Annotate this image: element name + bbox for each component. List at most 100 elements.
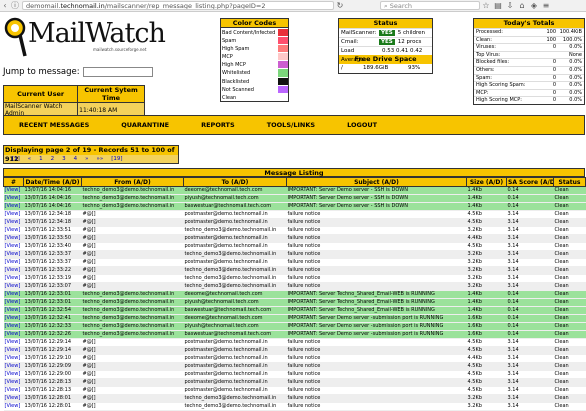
browser-search-input[interactable]: ⌕ Search [380, 1, 480, 10]
view-link[interactable]: [View] [3, 330, 24, 339]
view-link[interactable]: [View] [3, 370, 24, 379]
view-link[interactable]: [View] [3, 250, 24, 259]
info-icon[interactable]: ⓘ [10, 0, 20, 11]
cell-s: IMPORTANT: Server Demo server - SSH is D… [286, 202, 467, 211]
cell-s: failure notice [286, 338, 467, 347]
page-link[interactable]: 3 [62, 155, 66, 163]
cell-st: Clean [553, 210, 586, 219]
page-link[interactable]: 2 [51, 155, 55, 163]
jump-input[interactable] [82, 67, 153, 77]
view-link[interactable]: [View] [3, 338, 24, 347]
table-row: [View] 13/07/16 12:34:18 #@[] postmaster@de… [3, 218, 586, 227]
cell-st: Clean [553, 394, 586, 403]
view-link[interactable]: [View] [3, 306, 24, 315]
cell-s: failure notice [286, 210, 467, 219]
color-codes-box: Color Codes Bad Content/Infected Spam High… [220, 18, 289, 102]
page-link[interactable]: [19] [111, 155, 122, 163]
reader-icon[interactable]: ▤ [492, 1, 504, 10]
cell-f: #@[] [81, 274, 184, 283]
column-header[interactable]: From (A/D) [81, 177, 184, 187]
view-link[interactable]: [View] [3, 378, 24, 387]
disk-path: / [341, 65, 343, 71]
view-link[interactable]: [View] [3, 210, 24, 219]
column-header[interactable]: SA Score (A/D) [506, 177, 554, 187]
view-link[interactable]: [View] [3, 354, 24, 363]
view-link[interactable]: [View] [3, 274, 24, 283]
cell-z: 4.5Kb [466, 242, 507, 251]
totals-value: 0.0% [569, 44, 582, 51]
menu-item[interactable]: RECENT MESSAGES [19, 121, 89, 129]
view-link[interactable]: [View] [3, 346, 24, 355]
view-link[interactable]: [View] [3, 202, 24, 211]
status-detail: 12 procs [397, 39, 422, 45]
view-link[interactable]: [View] [3, 194, 24, 203]
view-link[interactable]: [View] [3, 242, 24, 251]
shield-icon[interactable]: ◈ [528, 1, 540, 10]
view-link[interactable]: [View] [3, 266, 24, 275]
table-row: [View] 13/07/16 12:33:37 #@[] techno_demo3@… [3, 250, 586, 259]
view-link[interactable]: [View] [3, 394, 24, 403]
totals-count: 0 [552, 74, 556, 81]
view-link[interactable]: [View] [3, 282, 24, 291]
column-header[interactable]: Subject (A/D) [286, 177, 467, 187]
cell-sa: 3.14 [506, 250, 554, 259]
cell-s: failure notice [286, 250, 467, 259]
totals-key: MCP: [476, 89, 489, 96]
page-link[interactable]: 4 [74, 155, 78, 163]
view-link[interactable]: [View] [3, 234, 24, 243]
column-header[interactable]: Date/Time (A/D) [23, 177, 82, 187]
cell-z: 3.2Kb [466, 394, 507, 403]
column-header[interactable]: Size (A/D) [466, 177, 507, 187]
page-link[interactable]: 1 [39, 155, 43, 163]
cell-s: IMPORTANT: Server Demo server - SSH is D… [286, 194, 467, 203]
column-header[interactable]: Status [553, 177, 586, 187]
cell-d: 13/07/16 12:34:18 [23, 210, 82, 219]
totals-row: Processed: 100 100.4KiB [474, 28, 584, 36]
color-code-row: High MCP [221, 60, 288, 69]
cell-sa: 3.14 [506, 338, 554, 347]
reload-icon[interactable]: ↻ [334, 1, 346, 10]
cell-f: techno_demo3@demo.technomail.in [81, 306, 184, 315]
totals-title: Today's Totals [474, 19, 584, 28]
menu-item[interactable]: QUARANTINE [121, 121, 169, 129]
view-link[interactable]: [View] [3, 402, 24, 411]
page-link[interactable]: « [28, 155, 31, 163]
menu-item[interactable]: REPORTS [201, 121, 235, 129]
view-link[interactable]: [View] [3, 290, 24, 299]
cell-d: 13/07/16 12:32:26 [23, 330, 82, 339]
menu-item[interactable]: LOGOUT [347, 121, 377, 129]
back-icon[interactable]: ‹ [0, 1, 10, 10]
cell-z: 3.2Kb [466, 226, 507, 235]
download-icon[interactable]: ⇩ [504, 1, 516, 10]
page-link[interactable]: [1] [12, 155, 20, 163]
totals-count: 100 [546, 29, 556, 35]
color-swatch [278, 77, 288, 85]
table-row: [View] 13/07/16 12:33:51 #@[] techno_demo3@… [3, 226, 586, 235]
view-link[interactable]: [View] [3, 226, 24, 235]
totals-key: Clean: [476, 36, 492, 43]
view-link[interactable]: [View] [3, 314, 24, 323]
view-link[interactable]: [View] [3, 298, 24, 307]
column-header[interactable]: To (A/D) [183, 177, 287, 187]
cell-d: 13/07/16 12:29:09 [23, 362, 82, 371]
cell-t: techno_demo3@demo.technomail.in [183, 274, 287, 283]
cell-t: techno_demo3@demo.technomail.in [183, 226, 287, 235]
view-link[interactable]: [View] [3, 362, 24, 371]
page-link[interactable]: » [85, 155, 88, 163]
view-link[interactable]: [View] [3, 386, 24, 395]
address-bar[interactable]: demomail.technomail.in/mailscanner/rep_m… [22, 1, 334, 10]
cell-d: 13/07/16 12:28:01 [23, 402, 82, 411]
star-icon[interactable]: ☆ [480, 1, 492, 10]
view-link[interactable]: [View] [3, 258, 24, 267]
table-row: [View] 13/07/16 12:32:33 techno_demo3@demo… [3, 322, 586, 331]
cell-st: Clean [553, 298, 586, 307]
color-swatch [278, 69, 288, 77]
menu-item[interactable]: TOOLS/LINKS [267, 121, 315, 129]
view-link[interactable]: [View] [3, 186, 24, 195]
view-link[interactable]: [View] [3, 218, 24, 227]
home-icon[interactable]: ⌂ [516, 1, 528, 10]
menu-icon[interactable]: ≡ [540, 1, 552, 10]
page-link[interactable]: »» [97, 155, 104, 163]
view-link[interactable]: [View] [3, 322, 24, 331]
cell-sa: 3.14 [506, 386, 554, 395]
